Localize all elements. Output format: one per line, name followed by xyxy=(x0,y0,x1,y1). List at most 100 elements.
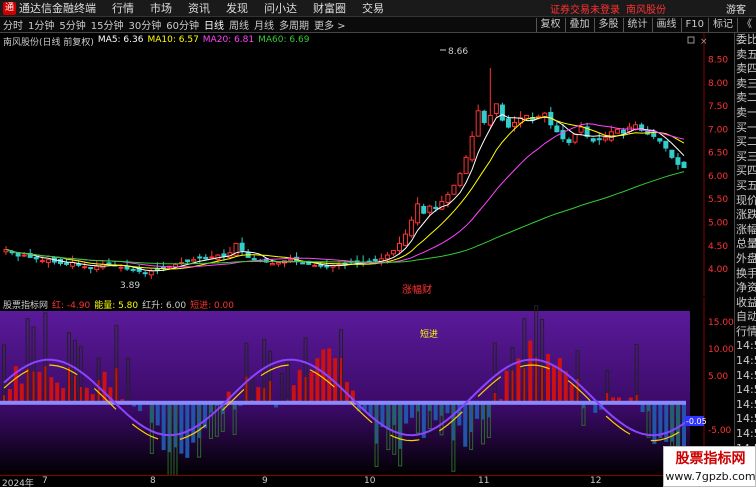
indicator-tick-label: 10.00 xyxy=(708,345,734,355)
indicator-bar xyxy=(551,365,556,403)
candle-body xyxy=(185,259,191,263)
indicator-bar xyxy=(463,402,468,447)
indicator-bar xyxy=(19,383,24,403)
quote-side-panel: 委比 卖五 卖四 卖三 卖二 卖一 买一 买二 买三 买四 买五 现价 涨跌 涨幅 总量 外盘 换手 净资 收益 自动… xyxy=(734,33,756,484)
indicator-bar xyxy=(569,384,574,403)
period-tab-timeshare[interactable]: 分时 xyxy=(0,17,25,32)
indicator-bar xyxy=(315,358,320,403)
candle-body xyxy=(614,128,620,134)
price-tick-label: 8.50 xyxy=(708,56,728,66)
period-tab-daily[interactable]: 日线 xyxy=(201,17,226,32)
stats-button[interactable]: 统计 xyxy=(622,18,652,32)
guest-label[interactable]: 游客 xyxy=(726,1,746,16)
quote-side-item: 14:5 xyxy=(736,383,756,397)
collapse-button[interactable]: 《 xyxy=(737,18,756,32)
period-tab-15min[interactable]: 15分钟 xyxy=(88,17,126,32)
indicator-bar xyxy=(291,385,296,403)
period-tab-multi[interactable]: 多周期 xyxy=(276,17,311,32)
candlestick-chart[interactable]: 8.50 8.00 7.50 7.00 6.50 6.00 5.50 5.00 4.50 4.00… xyxy=(0,33,734,296)
period-tab-60min[interactable]: 60分钟 xyxy=(163,17,201,32)
candle-body xyxy=(384,254,390,260)
price-tick-label: 5.00 xyxy=(708,219,728,229)
current-indicator-value: -0.05 xyxy=(686,417,707,426)
candle-body xyxy=(620,129,626,134)
period-tab-30min[interactable]: 30分钟 xyxy=(125,17,163,32)
candle-body xyxy=(487,114,493,126)
candle-body xyxy=(421,205,427,214)
menu-item-markets[interactable]: 市场 xyxy=(142,0,180,16)
login-warning[interactable]: 证券交易未登录 xyxy=(550,1,620,16)
candle-body xyxy=(554,125,560,133)
f10-button[interactable]: F10 xyxy=(680,18,708,32)
menu-item-news[interactable]: 资讯 xyxy=(180,0,218,16)
menu-item-trade[interactable]: 交易 xyxy=(354,0,392,16)
indicator-chart[interactable]: 15.0010.005.00-5.00-10.00 短进 -0.05 xyxy=(0,297,734,475)
indicator-bar xyxy=(504,370,509,403)
draw-button[interactable]: 画线 xyxy=(651,18,681,32)
quote-side-item: 涨幅 xyxy=(736,222,756,236)
price-low-label: 3.89 xyxy=(120,281,140,291)
date-axis: 2024年 7 8 9 10 11 12 xyxy=(0,475,734,487)
indicator-bar xyxy=(203,402,208,429)
main-chart-info: 南风股份(日线 前复权) MA5: 6.36 MA10: 6.57 MA20: … xyxy=(3,35,309,48)
period-tab-1min[interactable]: 1分钟 xyxy=(25,17,56,32)
quote-side-item: 总量 xyxy=(736,237,756,251)
adjust-button[interactable]: 复权 xyxy=(535,18,565,32)
red-value-label: 红: -4.90 xyxy=(52,301,91,311)
ma5-label: MA5: 6.36 xyxy=(97,35,144,45)
date-label-year: 2024年 xyxy=(2,479,34,487)
indicator-bar xyxy=(256,387,261,403)
candle-body xyxy=(269,262,275,266)
candle-body xyxy=(82,266,88,269)
candle-body xyxy=(566,139,572,143)
candle-body xyxy=(681,161,687,169)
main-chart-panel[interactable]: 8.50 8.00 7.50 7.00 6.50 6.00 5.50 5.00 4.50 4.00… xyxy=(0,33,734,296)
indicator-bar xyxy=(516,358,521,403)
period-tab-more[interactable]: 更多 > xyxy=(311,17,348,32)
menu-item-market[interactable]: 行情 xyxy=(104,0,142,16)
candle-body xyxy=(324,265,330,268)
price-tick-label: 7.50 xyxy=(708,102,728,112)
candle-body xyxy=(457,173,463,186)
ma20-label: MA20: 6.81 xyxy=(202,35,255,45)
indicator-bar xyxy=(84,387,89,403)
menu-item-wealth[interactable]: 财富圈 xyxy=(305,0,354,16)
indicator-bar xyxy=(55,382,60,403)
short-value-label: 短进: 0.00 xyxy=(190,301,235,311)
candle-body xyxy=(602,137,608,141)
candle-body xyxy=(209,256,215,259)
mark-button[interactable]: 标记 xyxy=(708,18,737,32)
candle-body xyxy=(651,133,657,137)
quote-side-item: 卖三 xyxy=(736,76,756,90)
indicator-bar xyxy=(321,349,326,403)
price-tick-label: 4.00 xyxy=(708,265,728,275)
quote-side-item: 卖四 xyxy=(736,62,756,76)
candle-body xyxy=(433,206,439,210)
indicator-info: 股票指标网 红: -4.90 能量: 5.80 红升: 6.00 短进: 0.0… xyxy=(3,298,234,311)
period-tab-5min[interactable]: 5分钟 xyxy=(56,17,87,32)
candle-body xyxy=(657,138,663,142)
period-tab-monthly[interactable]: 月线 xyxy=(251,17,276,32)
candle-body xyxy=(590,138,596,142)
menu-item-discover[interactable]: 发现 xyxy=(218,0,256,16)
candle-body xyxy=(481,110,487,123)
svg-text:×: × xyxy=(700,37,708,47)
quote-side-item: 14:5 xyxy=(736,339,756,353)
date-label-12: 12 xyxy=(590,476,602,486)
candle-body xyxy=(451,184,457,195)
overlay-button[interactable]: 叠加 xyxy=(564,18,594,32)
menu-item-ask[interactable]: 问小达 xyxy=(256,0,305,16)
indicator-panel[interactable]: 15.0010.005.00-5.00-10.00 短进 -0.05 股票指标网… xyxy=(0,297,734,475)
multi-stock-button[interactable]: 多股 xyxy=(593,18,623,32)
title-bar: 通 通达信金融终端 行情 市场 资讯 发现 问小达 财富圈 交易 证券交易未登录… xyxy=(0,0,756,17)
indicator-bar xyxy=(404,402,409,424)
candle-body xyxy=(396,242,402,252)
candle-body xyxy=(191,259,197,262)
indicator-bar xyxy=(49,377,54,403)
price-tick-label: 7.00 xyxy=(708,125,728,135)
quote-side-item: 14:5 xyxy=(736,427,756,441)
period-tab-weekly[interactable]: 周线 xyxy=(226,17,251,32)
candle-body xyxy=(33,256,39,260)
rise-value-label: 红升: 6.00 xyxy=(142,301,187,311)
candle-body xyxy=(124,265,130,270)
